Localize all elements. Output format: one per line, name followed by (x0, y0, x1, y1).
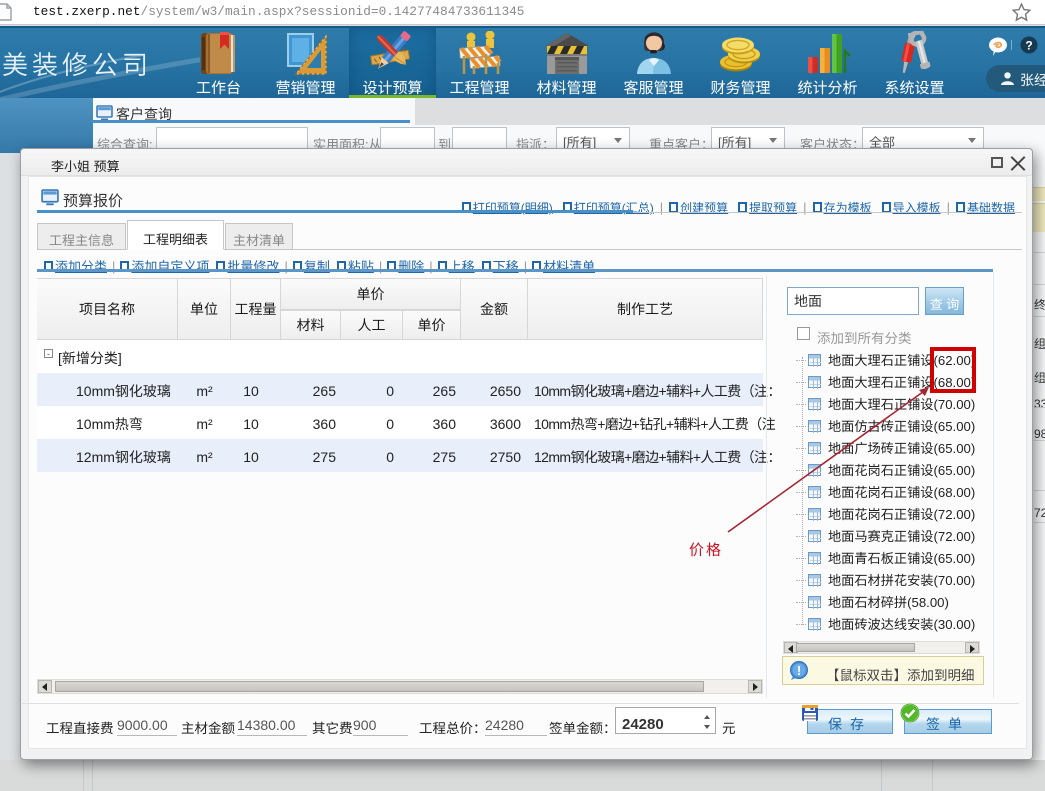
svg-text:!: ! (797, 663, 801, 678)
svg-text:?: ? (1025, 39, 1032, 53)
